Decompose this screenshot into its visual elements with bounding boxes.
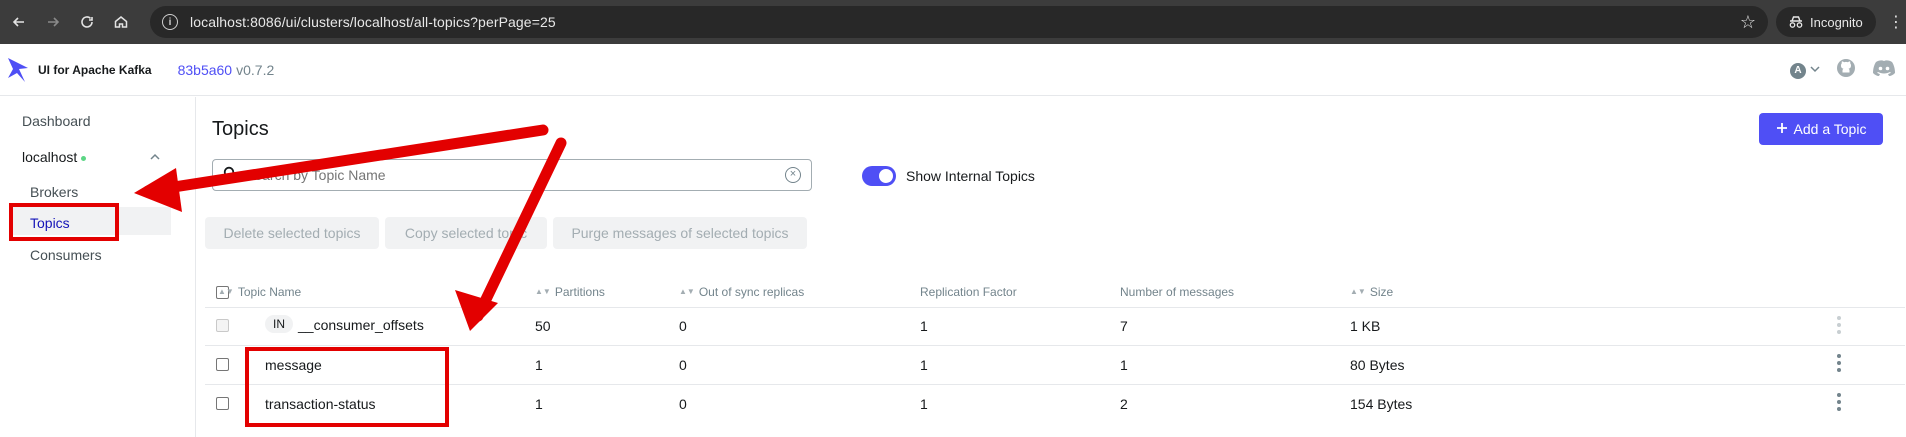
sidebar-item-consumers[interactable]: Consumers [30, 247, 102, 263]
add-topic-button[interactable]: Add a Topic [1759, 113, 1883, 145]
toggle-knob [879, 169, 893, 183]
topic-name-link[interactable]: __consumer_offsets [298, 317, 424, 333]
home-icon[interactable] [106, 7, 136, 37]
search-input[interactable] [245, 167, 765, 183]
col-out-of-sync[interactable]: ▲▼ Out of sync replicas [679, 285, 804, 299]
cell-messages: 7 [1120, 318, 1128, 334]
row-actions-icon[interactable] [1837, 393, 1841, 411]
cell-messages: 1 [1120, 357, 1128, 373]
table-header-divider [205, 307, 1905, 308]
delete-selected-button[interactable]: Delete selected topics [205, 217, 379, 249]
avatar: A [1790, 62, 1806, 79]
sidebar-item-dashboard[interactable]: Dashboard [22, 113, 91, 129]
site-info-icon[interactable]: i [162, 14, 178, 30]
copy-selected-button[interactable]: Copy selected topic [385, 217, 547, 249]
plus-icon [1776, 121, 1788, 137]
cell-partitions: 1 [535, 357, 543, 373]
cell-size: 1 KB [1350, 318, 1381, 334]
col-topic-name[interactable]: ▲▼ Topic Name [218, 285, 301, 299]
row-divider [205, 384, 1905, 385]
toggle-label: Show Internal Topics [906, 168, 1035, 184]
incognito-label: Incognito [1810, 14, 1863, 30]
page-title: Topics [212, 118, 269, 140]
kafka-ui-logo[interactable] [6, 56, 30, 84]
user-menu[interactable]: A [1790, 62, 1820, 79]
row-actions-icon[interactable] [1837, 354, 1841, 372]
col-partitions[interactable]: ▲▼ Partitions [535, 285, 605, 299]
topic-name-link[interactable]: transaction-status [265, 396, 376, 412]
col-label: Size [1369, 285, 1394, 299]
purge-selected-button[interactable]: Purge messages of selected topics [553, 217, 807, 249]
sidebar-item-brokers[interactable]: Brokers [30, 184, 78, 200]
address-bar[interactable]: i localhost:8086/ui/clusters/localhost/a… [150, 6, 1768, 38]
app-header: UI for Apache Kafka 83b5a60 v0.7.2 A [0, 44, 1906, 96]
cell-replication: 1 [920, 396, 928, 412]
show-internal-topics-toggle[interactable] [862, 166, 896, 186]
browser-menu-icon[interactable]: ⋮ [1888, 12, 1904, 32]
col-label: Partitions [554, 285, 605, 299]
col-replication-factor: Replication Factor [920, 285, 1017, 299]
chevron-up-icon[interactable] [150, 150, 160, 164]
chevron-down-icon [1810, 65, 1820, 76]
sort-icon: ▲▼ [679, 287, 695, 296]
bookmark-star-icon[interactable]: ☆ [1740, 12, 1756, 33]
internal-badge: IN [265, 315, 293, 333]
sidebar-item-topics[interactable]: Topics [30, 215, 70, 231]
cluster-status-dot [81, 155, 87, 161]
brand-name[interactable]: UI for Apache Kafka [38, 63, 152, 77]
clear-search-icon[interactable]: × [785, 167, 801, 183]
row-checkbox[interactable] [216, 358, 229, 371]
cell-size: 80 Bytes [1350, 357, 1405, 373]
cell-out-of-sync: 0 [679, 357, 687, 373]
badge-text: IN [265, 315, 293, 333]
browser-toolbar: i localhost:8086/ui/clusters/localhost/a… [0, 0, 1906, 44]
row-checkbox[interactable] [216, 397, 229, 410]
search-icon [223, 166, 237, 185]
reload-icon[interactable] [72, 7, 102, 37]
col-size[interactable]: ▲▼ Size [1350, 285, 1393, 299]
col-label: Number of messages [1120, 285, 1235, 299]
sidebar-cluster-localhost[interactable]: localhost [22, 149, 87, 165]
col-label: Replication Factor [920, 285, 1017, 299]
commit-link[interactable]: 83b5a60 [178, 62, 233, 78]
add-topic-label: Add a Topic [1793, 121, 1867, 137]
topics-page: Topics Add a Topic × Show Internal Topic… [197, 97, 1906, 437]
search-field[interactable]: × [212, 159, 812, 191]
row-checkbox [216, 319, 229, 332]
sort-icon: ▲▼ [1350, 287, 1366, 296]
col-label: Topic Name [237, 285, 302, 299]
cluster-name: localhost [22, 149, 78, 165]
row-divider [205, 345, 1905, 346]
topic-name-link[interactable]: message [265, 357, 322, 373]
forward-icon[interactable] [38, 7, 68, 37]
sidebar: Dashboard localhost Brokers Topics Consu… [0, 97, 196, 437]
col-label: Out of sync replicas [698, 285, 805, 299]
cell-partitions: 50 [535, 318, 551, 334]
incognito-badge[interactable]: Incognito [1776, 7, 1876, 37]
cell-messages: 2 [1120, 396, 1128, 412]
cell-replication: 1 [920, 318, 928, 334]
url-text[interactable]: localhost:8086/ui/clusters/localhost/all… [190, 14, 556, 30]
row-actions-icon [1837, 316, 1841, 334]
cell-partitions: 1 [535, 396, 543, 412]
cell-size: 154 Bytes [1350, 396, 1413, 412]
cell-replication: 1 [920, 357, 928, 373]
sort-icon: ▲▼ [535, 287, 551, 296]
version-label: v0.7.2 [236, 61, 275, 78]
incognito-icon [1789, 16, 1803, 28]
discord-icon[interactable] [1872, 59, 1896, 82]
github-icon[interactable] [1836, 58, 1856, 83]
cell-out-of-sync: 0 [679, 318, 687, 334]
back-icon[interactable] [4, 7, 34, 37]
cell-out-of-sync: 0 [679, 396, 687, 412]
col-number-of-messages: Number of messages [1120, 285, 1234, 299]
sort-icon: ▲▼ [218, 287, 234, 296]
